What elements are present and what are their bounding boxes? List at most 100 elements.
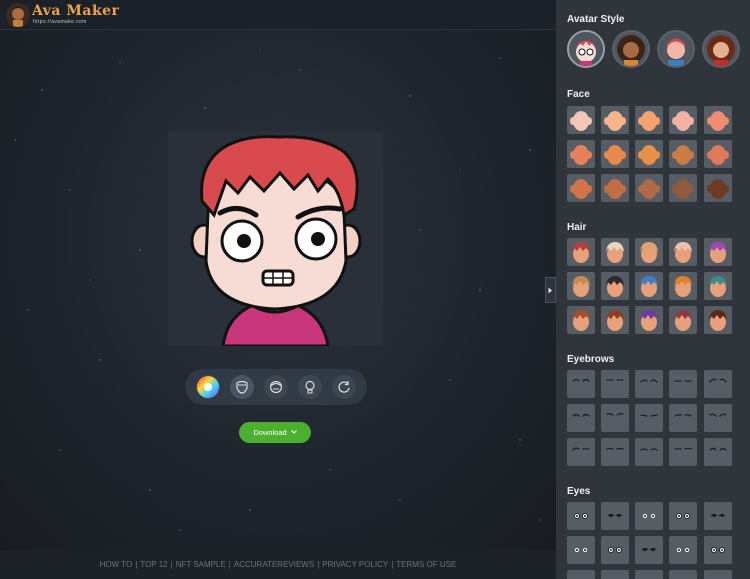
eyes-option[interactable] bbox=[635, 502, 663, 530]
eyebrow-option[interactable] bbox=[567, 404, 595, 432]
eyebrow-option[interactable] bbox=[704, 404, 732, 432]
avatar-style-option-1[interactable] bbox=[567, 30, 605, 68]
face-option[interactable] bbox=[567, 140, 595, 168]
eyes-option[interactable] bbox=[601, 502, 629, 530]
options-panel: Avatar Style Face Hair Eyebrows Eyes bbox=[556, 0, 750, 579]
eyebrow-option[interactable] bbox=[635, 404, 663, 432]
face-option[interactable] bbox=[567, 106, 595, 134]
face-option[interactable] bbox=[567, 174, 595, 202]
avatar-preview bbox=[168, 131, 383, 346]
eyes-option[interactable] bbox=[704, 536, 732, 564]
eyes-option[interactable] bbox=[669, 570, 697, 579]
download-label: Download bbox=[253, 428, 287, 437]
face-option[interactable] bbox=[669, 174, 697, 202]
eyebrow-option[interactable] bbox=[669, 404, 697, 432]
section-title-face: Face bbox=[567, 89, 590, 100]
footer-link-privacy-policy[interactable]: PRIVACY POLICY bbox=[322, 560, 388, 569]
eyes-option[interactable] bbox=[601, 536, 629, 564]
hair-option[interactable] bbox=[601, 306, 629, 334]
face-option[interactable] bbox=[635, 174, 663, 202]
app-title[interactable]: Ava Maker bbox=[32, 3, 119, 19]
face-option[interactable] bbox=[669, 140, 697, 168]
hair-option[interactable] bbox=[567, 238, 595, 266]
face-option[interactable] bbox=[704, 174, 732, 202]
eyebrow-option[interactable] bbox=[601, 370, 629, 398]
hair-option[interactable] bbox=[567, 306, 595, 334]
bulb-icon[interactable] bbox=[298, 375, 322, 399]
eyes-option[interactable] bbox=[567, 570, 595, 579]
section-title-eyebrows: Eyebrows bbox=[567, 354, 615, 365]
divider: | bbox=[135, 560, 138, 569]
face-option[interactable] bbox=[704, 106, 732, 134]
face-option[interactable] bbox=[601, 106, 629, 134]
hair-icon[interactable] bbox=[264, 375, 288, 399]
download-button[interactable]: Download bbox=[239, 422, 311, 443]
eyes-option[interactable] bbox=[669, 536, 697, 564]
eyebrow-option[interactable] bbox=[669, 438, 697, 466]
app-url: https://avamake.com bbox=[33, 19, 87, 25]
hair-option[interactable] bbox=[635, 272, 663, 300]
eyes-option[interactable] bbox=[567, 502, 595, 530]
hair-option[interactable] bbox=[635, 306, 663, 334]
hair-option[interactable] bbox=[601, 238, 629, 266]
eyes-option[interactable] bbox=[601, 570, 629, 579]
eyes-option[interactable] bbox=[567, 536, 595, 564]
divider: | bbox=[317, 560, 320, 569]
section-title-hair: Hair bbox=[567, 222, 587, 233]
eyebrow-option[interactable] bbox=[669, 370, 697, 398]
avatar-style-option-4[interactable] bbox=[702, 30, 740, 68]
header: Ava Maker https://avamake.com bbox=[0, 0, 556, 30]
logo-avatar[interactable] bbox=[6, 3, 30, 27]
footer-link-how-to[interactable]: HOW TO bbox=[100, 560, 133, 569]
hair-option[interactable] bbox=[704, 272, 732, 300]
eyes-option[interactable] bbox=[704, 570, 732, 579]
footer-link-nft-sample[interactable]: NFT SAMPLE bbox=[176, 560, 226, 569]
avatar-style-option-2[interactable] bbox=[612, 30, 650, 68]
section-title-eyes: Eyes bbox=[567, 486, 591, 497]
eyebrow-option[interactable] bbox=[635, 438, 663, 466]
face-option[interactable] bbox=[704, 140, 732, 168]
hair-option[interactable] bbox=[635, 238, 663, 266]
hair-option[interactable] bbox=[669, 272, 697, 300]
face-option[interactable] bbox=[669, 106, 697, 134]
face-option[interactable] bbox=[635, 106, 663, 134]
footer: HOW TO | TOP 12 | NFT SAMPLE | ACCURATEREVI… bbox=[0, 550, 556, 579]
eyebrow-option[interactable] bbox=[704, 438, 732, 466]
chevron-down-icon bbox=[290, 428, 297, 437]
divider: | bbox=[170, 560, 173, 569]
eyebrow-option[interactable] bbox=[601, 404, 629, 432]
eyebrow-option[interactable] bbox=[635, 370, 663, 398]
divider: | bbox=[228, 560, 231, 569]
eyebrow-option[interactable] bbox=[567, 438, 595, 466]
hair-option[interactable] bbox=[704, 238, 732, 266]
face-icon[interactable] bbox=[230, 375, 254, 399]
edit-toolbar bbox=[185, 369, 367, 405]
avatar-style-option-3[interactable] bbox=[657, 30, 695, 68]
eyebrow-option[interactable] bbox=[601, 438, 629, 466]
chevron-right-icon bbox=[548, 287, 552, 293]
hair-option[interactable] bbox=[669, 306, 697, 334]
panel-toggle-button[interactable] bbox=[545, 277, 556, 303]
face-option[interactable] bbox=[601, 174, 629, 202]
footer-link-accuratereviews[interactable]: ACCURATEREVIEWS bbox=[234, 560, 314, 569]
eyes-option[interactable] bbox=[669, 502, 697, 530]
hair-option[interactable] bbox=[601, 272, 629, 300]
hair-option[interactable] bbox=[567, 272, 595, 300]
footer-link-top-12[interactable]: TOP 12 bbox=[140, 560, 167, 569]
face-option[interactable] bbox=[601, 140, 629, 168]
color-wheel-icon[interactable] bbox=[196, 375, 220, 399]
eyes-option[interactable] bbox=[704, 502, 732, 530]
eyes-option[interactable] bbox=[635, 536, 663, 564]
avatar-stage: Download bbox=[0, 30, 556, 550]
eyes-option[interactable] bbox=[635, 570, 663, 579]
section-title-avatar-style: Avatar Style bbox=[567, 14, 625, 25]
divider: | bbox=[391, 560, 394, 569]
face-option[interactable] bbox=[635, 140, 663, 168]
eyebrow-option[interactable] bbox=[704, 370, 732, 398]
avatar-illustration bbox=[190, 135, 362, 346]
hair-option[interactable] bbox=[669, 238, 697, 266]
footer-link-terms-of-use[interactable]: TERMS OF USE bbox=[396, 560, 456, 569]
hair-option[interactable] bbox=[704, 306, 732, 334]
eyebrow-option[interactable] bbox=[567, 370, 595, 398]
refresh-icon[interactable] bbox=[332, 375, 356, 399]
